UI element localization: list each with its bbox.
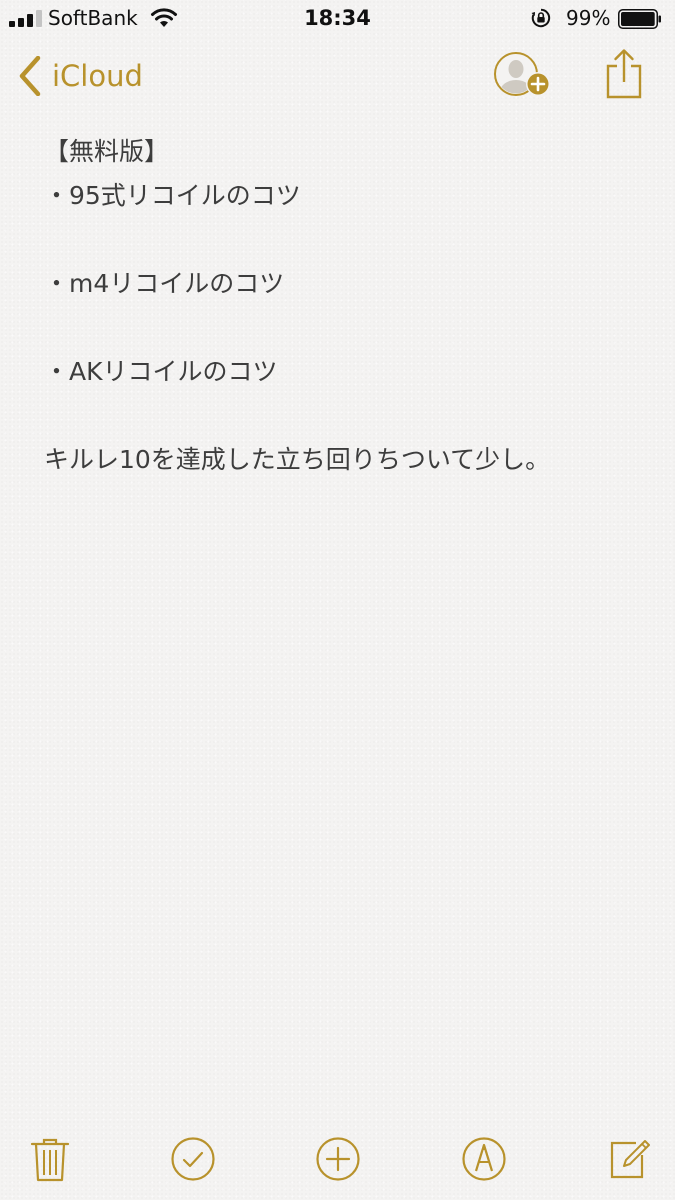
bottom-toolbar [0, 1130, 675, 1190]
battery-icon [618, 9, 661, 29]
add-person-icon[interactable] [492, 52, 556, 100]
orientation-lock-icon [531, 8, 551, 28]
add-icon [316, 1137, 360, 1181]
add-button[interactable] [314, 1135, 362, 1183]
trash-icon [30, 1138, 70, 1182]
status-bar: SoftBank 18:34 99% [0, 0, 675, 40]
note-line: 【無料版】 [44, 137, 170, 166]
note-line: ・AKリコイルのコツ [44, 357, 278, 386]
note-line: ・95式リコイルのコツ [44, 181, 301, 210]
compose-button[interactable] [606, 1135, 654, 1183]
sketch-icon [462, 1137, 506, 1181]
note-blank-line [44, 394, 654, 438]
checklist-button[interactable] [169, 1135, 217, 1183]
note-blank-line [44, 218, 654, 262]
compose-icon [610, 1140, 650, 1179]
back-button[interactable]: iCloud [18, 54, 143, 98]
chevron-left-icon [19, 56, 41, 96]
delete-button[interactable] [26, 1135, 74, 1183]
battery-percentage: 99% [566, 6, 611, 30]
note-text-area[interactable]: 【無料版】・95式リコイルのコツ ・m4リコイルのコツ ・AKリコイルのコツキルレ1… [44, 130, 654, 482]
share-icon[interactable] [604, 48, 644, 100]
note-blank-line [44, 306, 654, 350]
sketch-button[interactable] [460, 1135, 508, 1183]
note-line: キルレ10を達成した立ち回りちついて少し。 [44, 445, 551, 474]
note-line: ・m4リコイルのコツ [44, 269, 285, 298]
back-button-label: iCloud [52, 59, 143, 93]
checklist-icon [171, 1137, 215, 1181]
